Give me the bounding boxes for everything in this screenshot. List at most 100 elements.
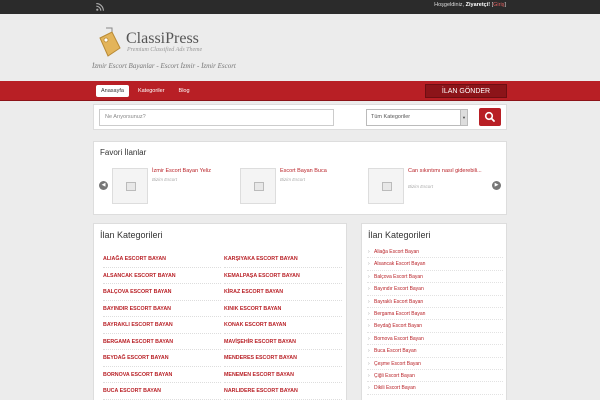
search-icon — [484, 111, 495, 122]
category-directory: İlan Kategorileri ALIAĞA ESCORT BAYAN AL… — [93, 223, 347, 400]
top-bar: Hoşgeldiniz, Ziyaretçi! [Giriş] — [0, 0, 600, 14]
sidebar-category-link[interactable]: › Çeşme Escort Bayan — [367, 358, 503, 370]
sidebar-category-link[interactable]: › Buca Escort Bayan — [367, 345, 503, 358]
featured-item-title[interactable]: Can sıkıntımı nasıl giderebili... — [408, 168, 496, 175]
category-link[interactable]: MENDERES ESCORT BAYAN — [224, 350, 342, 367]
sidebar-title: İlan Kategorileri — [368, 230, 431, 240]
chevron-right-icon: › — [368, 298, 370, 305]
sidebar-category-label: Alsancak Escort Bayan — [374, 261, 426, 268]
thumbnail-image[interactable] — [240, 168, 276, 204]
category-link[interactable]: BEYDAĞ ESCORT BAYAN — [103, 350, 221, 367]
logo-title: ClassiPress — [126, 30, 199, 47]
chevron-right-icon: › — [368, 385, 370, 392]
sidebar-category-label: Bornova Escort Bayan — [374, 335, 424, 342]
logo-subtitle: Premium Classified Ads Theme — [127, 47, 203, 53]
sidebar-category-link[interactable]: › Bergama Escort Bayan — [367, 308, 503, 321]
category-link[interactable]: BAYINDIR ESCORT BAYAN — [103, 301, 221, 317]
sidebar-category-link[interactable]: › Balçova Escort Bayan — [367, 271, 503, 284]
category-link[interactable]: KINIK ESCORT BAYAN — [224, 301, 342, 317]
category-link[interactable]: BERGAMA ESCORT BAYAN — [103, 334, 221, 350]
thumbnail-image[interactable] — [368, 168, 404, 204]
category-directory-title: İlan Kategorileri — [100, 230, 163, 240]
featured-item[interactable]: Escort Bayan Buca Bizim Escort — [240, 168, 370, 208]
chevron-right-icon: › — [368, 261, 370, 268]
featured-item-title[interactable]: İzmir Escort Bayan Yeliz — [152, 168, 240, 175]
sidebar-category-link[interactable]: › Aliağa Escort Bayan — [367, 246, 503, 259]
category-link[interactable]: MENEMEN ESCORT BAYAN — [224, 367, 342, 383]
category-link[interactable]: NARLIDERE ESCORT BAYAN — [224, 383, 342, 400]
featured-item-category: Bizim Escort — [408, 184, 434, 189]
login-link[interactable]: Giriş — [493, 2, 504, 8]
carousel-prev-icon[interactable]: ◀ — [99, 181, 108, 190]
sidebar-category-label: Balçova Escort Bayan — [374, 273, 423, 280]
category-link[interactable]: BUCA ESCORT BAYAN — [103, 383, 221, 400]
category-column-right: KARŞIYAKA ESCORT BAYAN KEMALPAŞA ESCORT … — [224, 251, 342, 400]
chevron-right-icon: › — [368, 310, 370, 317]
login-close-bracket: ] — [504, 2, 506, 8]
sidebar-category-label: Buca Escort Bayan — [374, 348, 417, 355]
post-ad-button[interactable]: İLAN GÖNDER — [425, 84, 507, 98]
sidebar-category-link[interactable]: › Dikili Escort Bayan — [367, 382, 503, 395]
category-column-left: ALIAĞA ESCORT BAYAN ALSANCAK ESCORT BAYA… — [103, 251, 221, 400]
sidebar-category-label: Aliağa Escort Bayan — [374, 249, 420, 255]
price-tag-icon — [99, 27, 121, 57]
category-link[interactable]: KİRAZ ESCORT BAYAN — [224, 284, 342, 301]
sidebar-category-label: Dikili Escort Bayan — [374, 385, 416, 392]
featured-title: Favori İlanlar — [100, 148, 147, 157]
sidebar-category-label: Bayındır Escort Bayan — [374, 286, 424, 293]
welcome-user: Ziyaretçi! — [465, 2, 491, 8]
featured-item[interactable]: Can sıkıntımı nasıl giderebili... Bizim … — [368, 168, 498, 208]
sidebar-category-label: Bergama Escort Bayan — [374, 310, 426, 317]
category-select[interactable]: Tüm Kategoriler ▼ — [366, 109, 468, 126]
sidebar-category-link[interactable]: › Bayındır Escort Bayan — [367, 283, 503, 296]
main-nav: Anasayfa Kategoriler Blog İLAN GÖNDER — [0, 81, 600, 101]
sidebar-category-link[interactable]: › Bornova Escort Bayan — [367, 333, 503, 346]
image-placeholder-icon — [126, 182, 136, 191]
search-bar: Ne Arıyorsunuz? Tüm Kategoriler ▼ — [93, 104, 507, 130]
featured-listings: Favori İlanlar ◀ ▶ İzmir Escort Bayan Ye… — [93, 141, 507, 215]
category-link[interactable]: ALIAĞA ESCORT BAYAN — [103, 251, 221, 268]
search-input[interactable]: Ne Arıyorsunuz? — [99, 109, 334, 126]
rss-icon[interactable] — [96, 3, 104, 11]
category-link[interactable]: BAYRAKLI ESCORT BAYAN — [103, 317, 221, 334]
sidebar-category-link[interactable]: › Alsancak Escort Bayan — [367, 258, 503, 271]
nav-item-home[interactable]: Anasayfa — [96, 85, 129, 97]
category-link[interactable]: KARŞIYAKA ESCORT BAYAN — [224, 251, 342, 268]
chevron-right-icon: › — [368, 335, 370, 342]
search-button[interactable] — [479, 108, 501, 126]
category-link[interactable]: MAVİŞEHİR ESCORT BAYAN — [224, 334, 342, 350]
chevron-right-icon: › — [368, 348, 370, 355]
category-link[interactable]: KEMALPAŞA ESCORT BAYAN — [224, 268, 342, 284]
category-select-value: Tüm Kategoriler — [371, 114, 411, 120]
image-placeholder-icon — [382, 182, 392, 191]
welcome-prefix: Hoşgeldiniz, — [434, 2, 465, 8]
featured-item-category: Bizim Escort — [152, 177, 178, 182]
chevron-down-icon: ▼ — [460, 110, 467, 125]
sidebar-category-link[interactable]: › Bayraklı Escort Bayan — [367, 296, 503, 308]
category-link[interactable]: ALSANCAK ESCORT BAYAN — [103, 268, 221, 284]
sidebar-category-label: Çeşme Escort Bayan — [374, 360, 421, 367]
nav-menu: Anasayfa Kategoriler Blog — [96, 85, 195, 97]
sidebar-category-link[interactable]: › Beydağ Escort Bayan — [367, 320, 503, 333]
featured-item-title[interactable]: Escort Bayan Buca — [280, 168, 368, 175]
sidebar-category-link[interactable]: › Çiğli Escort Bayan — [367, 370, 503, 383]
thumbnail-image[interactable] — [112, 168, 148, 204]
category-link[interactable]: BALÇOVA ESCORT BAYAN — [103, 284, 221, 301]
sidebar-category-label: Bayraklı Escort Bayan — [374, 298, 424, 305]
nav-item-blog[interactable]: Blog — [174, 85, 195, 97]
chevron-right-icon: › — [368, 286, 370, 293]
image-placeholder-icon — [254, 182, 264, 191]
chevron-right-icon: › — [368, 360, 370, 367]
chevron-right-icon: › — [368, 372, 370, 379]
category-link[interactable]: KONAK ESCORT BAYAN — [224, 317, 342, 334]
sidebar-category-label: Çiğli Escort Bayan — [374, 372, 415, 379]
nav-item-categories[interactable]: Kategoriler — [133, 85, 170, 97]
site-tagline: İzmir Escort Bayanlar - Escort İzmir - İ… — [92, 62, 236, 70]
featured-item-category: Bizim Escort — [280, 177, 306, 182]
chevron-right-icon: › — [368, 249, 370, 255]
welcome-text: Hoşgeldiniz, Ziyaretçi! [Giriş] — [434, 2, 506, 8]
featured-item[interactable]: İzmir Escort Bayan Yeliz Bizim Escort — [112, 168, 242, 208]
sidebar-category-list: › Aliağa Escort Bayan › Alsancak Escort Ba… — [367, 246, 503, 395]
category-link[interactable]: BORNOVA ESCORT BAYAN — [103, 367, 221, 383]
chevron-right-icon: › — [368, 323, 370, 330]
